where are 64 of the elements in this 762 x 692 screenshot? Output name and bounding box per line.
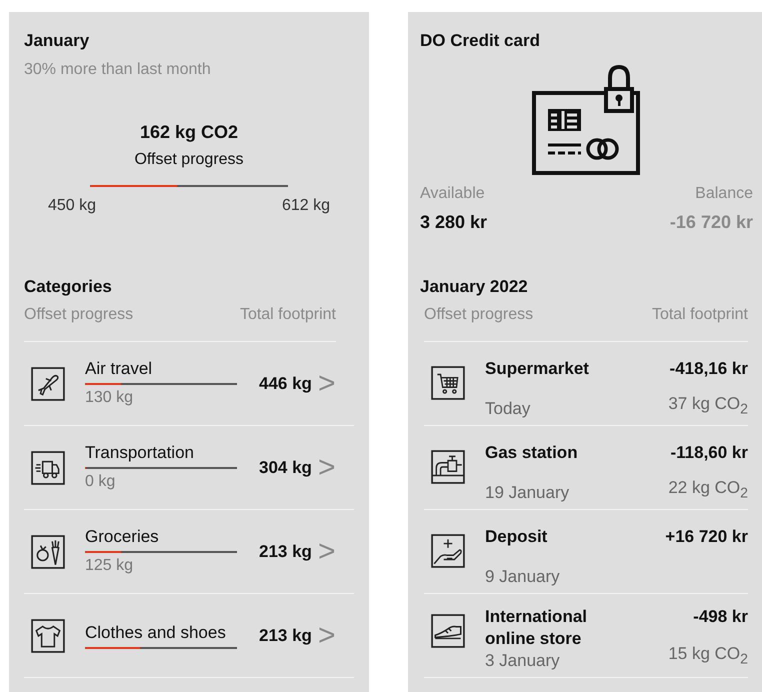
offset-amount: 0 kg <box>85 472 116 492</box>
transaction-amount: -498 kr <box>693 606 748 628</box>
offset-amount: 130 kg <box>85 388 134 408</box>
balance-label: Balance <box>695 184 753 204</box>
comparison-text: 30% more than last month <box>24 60 212 80</box>
category-name: Clothes and shoes <box>85 622 227 644</box>
sneaker-icon <box>431 614 465 648</box>
chevron-icon: > <box>318 620 336 650</box>
tshirt-icon <box>31 618 65 652</box>
category-row[interactable]: Air travel 130 kg 446 kg > <box>24 342 354 426</box>
section-title: January 2022 <box>420 276 529 298</box>
available-amount: 3 280 kr <box>420 211 488 234</box>
transaction-date: 9 January <box>485 566 561 588</box>
category-name: Transportation <box>85 442 195 464</box>
category-row[interactable]: Groceries 125 kg 213 kg > <box>24 510 354 594</box>
progress-caption: Offset progress <box>134 150 244 170</box>
hand-plus-icon <box>431 534 465 568</box>
co2-footprint: 22 kg CO$_{2}$ <box>668 476 748 503</box>
column-header: Offset progress <box>24 305 134 325</box>
pipe-valve-icon <box>431 450 465 484</box>
column-header: Total footprint <box>652 305 748 325</box>
column-header: Offset progress <box>424 305 534 325</box>
offset-amount: 125 kg <box>85 556 134 576</box>
transaction-amount: -118,60 kr <box>670 442 748 464</box>
transaction-amount: +16 720 kr <box>665 526 748 548</box>
category-name: Groceries <box>85 526 160 548</box>
transaction-date: 19 January <box>485 482 570 504</box>
fruit-vegetable-icon <box>31 534 65 568</box>
merchant-name: International online store <box>485 606 588 650</box>
locked-card-icon <box>530 65 642 177</box>
category-row[interactable]: Transportation 0 kg 304 kg > <box>24 426 354 510</box>
balance-amount: -16 720 kr <box>670 211 753 234</box>
min-label: 450 kg <box>48 196 96 216</box>
transaction-row[interactable]: Deposit 9 January +16 720 kr <box>424 510 748 594</box>
co2-footprint: 37 kg CO$_{2}$ <box>668 392 748 419</box>
chevron-icon: > <box>318 536 336 566</box>
category-name: Air travel <box>85 358 154 380</box>
transaction-row[interactable]: Gas station 19 January -118,60 kr 22 kg CO$_{2}$ <box>424 426 748 510</box>
chevron-icon: > <box>318 368 336 398</box>
max-label: 612 kg <box>282 196 330 216</box>
transaction-date: 3 January <box>485 650 561 672</box>
section-title: Categories <box>24 276 113 298</box>
plane-icon <box>31 366 65 400</box>
total-amount: 304 kg <box>259 458 312 478</box>
co2-footprint: 15 kg CO$_{2}$ <box>668 642 748 669</box>
transaction-row[interactable]: Supermarket Today -418,16 kr 37 kg CO$_{2}$ <box>424 342 748 426</box>
chevron-icon: > <box>318 452 336 482</box>
transaction-row[interactable]: International online store 3 January -498 kr 15 kg CO$_{2}$ <box>424 594 748 678</box>
card-title: DO Credit card <box>420 30 541 52</box>
merchant-name: Gas station <box>485 442 579 464</box>
total-amount: 446 kg <box>259 374 312 394</box>
truck-icon <box>31 450 65 484</box>
total-amount: 213 kg <box>259 626 312 646</box>
cart-icon <box>431 366 465 400</box>
merchant-name: Supermarket <box>485 358 590 380</box>
category-row[interactable]: Clothes and shoes 213 kg > <box>24 594 354 678</box>
transaction-amount: -418,16 kr <box>670 358 748 380</box>
co2-amount: 162 kg CO2 <box>140 121 238 144</box>
total-amount: 213 kg <box>259 542 312 562</box>
month-title: January <box>24 30 90 52</box>
column-header: Total footprint <box>240 305 336 325</box>
transaction-date: Today <box>485 398 532 420</box>
available-label: Available <box>420 184 486 204</box>
merchant-name: Deposit <box>485 526 548 548</box>
